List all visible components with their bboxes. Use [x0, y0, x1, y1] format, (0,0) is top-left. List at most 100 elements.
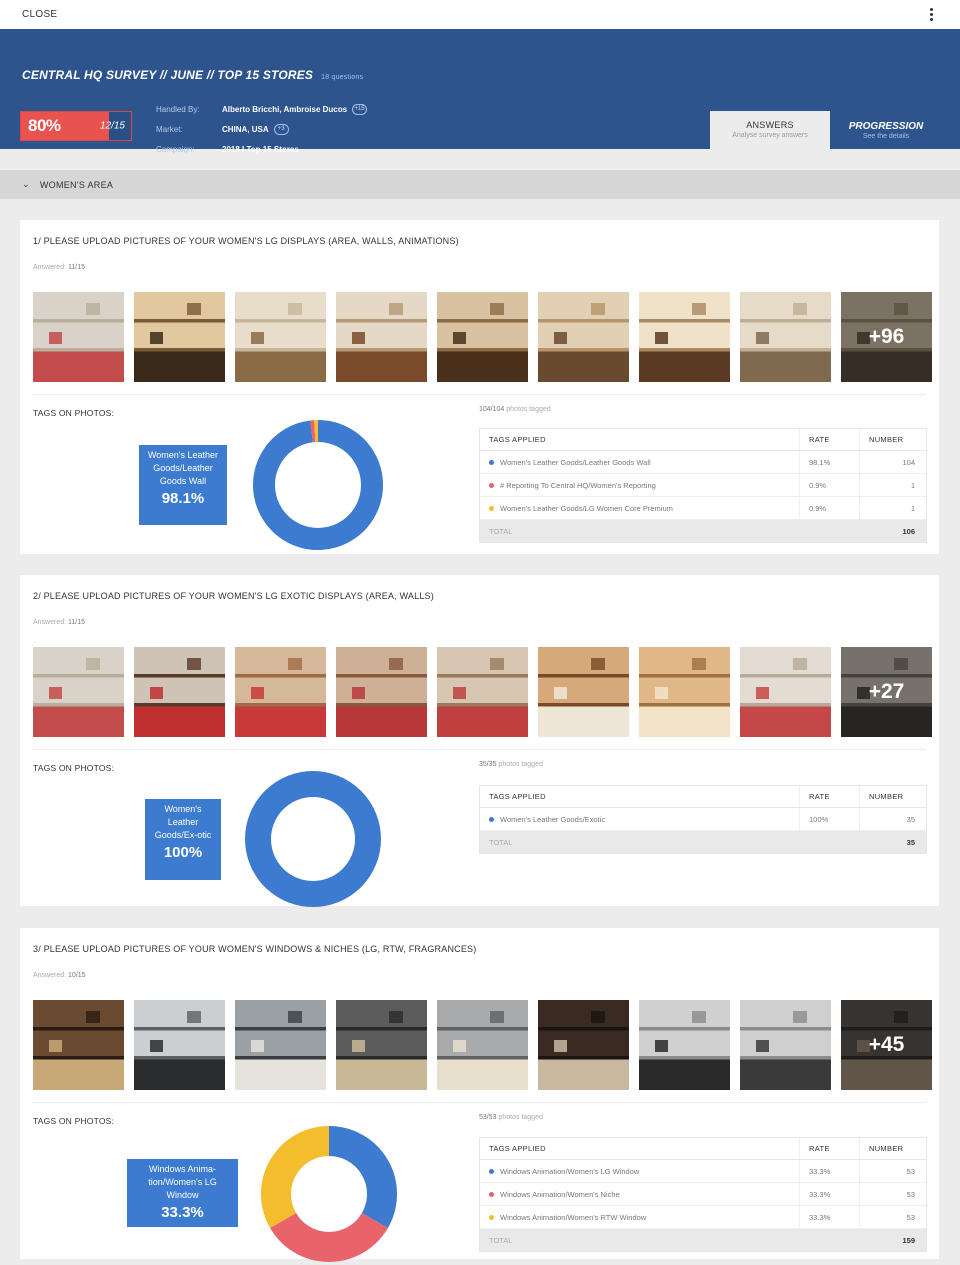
- answered-label: Answered:: [33, 619, 67, 626]
- more-photos-overlay[interactable]: +96: [841, 292, 932, 382]
- photo-detail: [388, 657, 404, 671]
- donut-slice: [253, 420, 383, 550]
- rate-cell: 33.3%: [799, 1183, 859, 1205]
- more-handlers-chip[interactable]: +15: [352, 103, 368, 115]
- photo-thumbnail[interactable]: [538, 1000, 629, 1090]
- tag-name: Women's Leather Goods/LG Women Core Prem…: [500, 503, 673, 513]
- number-cell: 35: [859, 808, 926, 830]
- photo-thumbnail[interactable]: +27: [841, 647, 932, 737]
- photo-thumbnail[interactable]: [134, 647, 225, 737]
- question-card: 1/ PLEASE UPLOAD PICTURES OF YOUR WOMEN'…: [20, 220, 939, 554]
- tab-progression-label: PROGRESSION: [848, 121, 924, 132]
- kebab-menu-icon[interactable]: [924, 5, 938, 25]
- top-tag-rate: 33.3%: [161, 1204, 204, 1221]
- section-womens-area[interactable]: ⌄ WOMEN'S AREA: [0, 170, 960, 199]
- photo-detail: [388, 1010, 404, 1024]
- tag-color-dot: [489, 505, 494, 511]
- photo-thumbnail[interactable]: [740, 1000, 831, 1090]
- table-row[interactable]: Windows Animation/Women's Niche 33.3% 53: [480, 1183, 926, 1206]
- close-button[interactable]: CLOSE: [22, 9, 57, 20]
- answered-count: Answered: 11/15: [33, 264, 85, 271]
- photo-thumbnail[interactable]: [538, 292, 629, 382]
- total-spacer: [799, 1229, 859, 1251]
- table-row[interactable]: Women's Leather Goods/Exotic 100% 35: [480, 808, 926, 831]
- table-row[interactable]: Women's Leather Goods/Leather Goods Wall…: [480, 451, 926, 474]
- number-cell: 53: [859, 1160, 926, 1182]
- table-row[interactable]: Women's Leather Goods/LG Women Core Prem…: [480, 497, 926, 520]
- answered-label: Answered:: [33, 972, 67, 979]
- tag-cell: # Reporting To Central HQ/Women's Report…: [480, 481, 799, 490]
- table-row[interactable]: Windows Animation/Women's LG Window 33.3%…: [480, 1160, 926, 1183]
- photo-detail: [489, 302, 505, 316]
- more-photos-overlay[interactable]: +45: [841, 1000, 932, 1090]
- photo-thumbnail[interactable]: [134, 1000, 225, 1090]
- photo-detail: [49, 686, 63, 700]
- photo-thumbnail[interactable]: [33, 1000, 124, 1090]
- question-title: 2/ PLEASE UPLOAD PICTURES OF YOUR WOMEN'…: [33, 591, 434, 601]
- photo-thumbnail[interactable]: [639, 647, 730, 737]
- divider: [33, 394, 926, 395]
- tags-table: TAGS APPLIED RATE NUMBER Women's Leather Go…: [479, 428, 927, 543]
- photo-thumbnail[interactable]: +45: [841, 1000, 932, 1090]
- more-photos-overlay[interactable]: +27: [841, 647, 932, 737]
- photo-thumbnail[interactable]: [134, 292, 225, 382]
- col-tags-applied: TAGS APPLIED: [489, 435, 546, 444]
- tag-name: Women's Leather Goods/Leather Goods Wall: [500, 457, 651, 467]
- photo-detail: [287, 1010, 303, 1024]
- photo-thumbnail[interactable]: [437, 1000, 528, 1090]
- photo-thumbnail[interactable]: [235, 1000, 326, 1090]
- tag-name: Windows Animation/Women's Niche: [500, 1189, 620, 1199]
- photo-detail: [186, 1010, 202, 1024]
- question-title: 3/ PLEASE UPLOAD PICTURES OF YOUR WOMEN'…: [33, 944, 477, 954]
- photo-detail: [287, 302, 303, 316]
- answered-value: 11/15: [68, 264, 86, 271]
- top-tag-box: Windows Anima-tion/Women's LG Window 33.3…: [127, 1159, 238, 1227]
- survey-title: CENTRAL HQ SURVEY // JUNE // TOP 15 STOR…: [22, 68, 363, 82]
- photo-detail: [453, 331, 467, 345]
- rate-cell: 0.9%: [799, 474, 859, 496]
- tag-color-dot: [489, 482, 494, 488]
- photo-detail: [287, 657, 303, 671]
- photo-detail: [655, 331, 669, 345]
- photo-detail: [85, 657, 101, 671]
- photo-thumbnail[interactable]: [336, 1000, 427, 1090]
- photo-thumbnail[interactable]: +96: [841, 292, 932, 382]
- photo-detail: [691, 302, 707, 316]
- top-tag-name: Women's Leather Goods/Ex-otic: [154, 804, 212, 840]
- meta-value: 2018 I Top 15 Stores: [222, 144, 299, 154]
- photo-thumbnail[interactable]: [538, 647, 629, 737]
- table-total-row: TOTAL 35: [480, 831, 926, 853]
- answered-value: 11/15: [68, 619, 86, 626]
- photo-thumbnail[interactable]: [33, 292, 124, 382]
- tab-answers[interactable]: ANSWERS Analyse survey answers: [710, 111, 830, 149]
- photo-thumbnail[interactable]: [639, 292, 730, 382]
- photo-thumbnail[interactable]: [437, 647, 528, 737]
- top-bar: CLOSE: [0, 0, 960, 29]
- photo-thumbnail[interactable]: [235, 647, 326, 737]
- tag-cell: Women's Leather Goods/Leather Goods Wall: [480, 458, 799, 467]
- rate-cell: 98.1%: [799, 451, 859, 473]
- more-markets-chip[interactable]: +3: [273, 123, 289, 135]
- table-header: TAGS APPLIED RATE NUMBER: [480, 429, 926, 451]
- question-title: 1/ PLEASE UPLOAD PICTURES OF YOUR WOMEN'…: [33, 236, 459, 246]
- table-row[interactable]: Windows Animation/Women's RTW Window 33.3…: [480, 1206, 926, 1229]
- photo-thumbnail[interactable]: [437, 292, 528, 382]
- photo-thumbnail[interactable]: [33, 647, 124, 737]
- photo-detail: [352, 1039, 366, 1053]
- photos-tagged-count: 53/53 photos tagged: [479, 1114, 543, 1121]
- tab-progression[interactable]: PROGRESSION See the details: [838, 111, 934, 149]
- answered-label: Answered:: [33, 264, 67, 271]
- photo-thumbnail[interactable]: [639, 1000, 730, 1090]
- photo-detail: [691, 1010, 707, 1024]
- photo-detail: [150, 1039, 164, 1053]
- total-label: TOTAL: [489, 1235, 513, 1245]
- photo-thumbnail[interactable]: [740, 292, 831, 382]
- number-cell: 53: [859, 1183, 926, 1205]
- photo-thumbnail[interactable]: [235, 292, 326, 382]
- col-number: NUMBER: [859, 1138, 926, 1159]
- table-row[interactable]: # Reporting To Central HQ/Women's Report…: [480, 474, 926, 497]
- photo-thumbnail[interactable]: [740, 647, 831, 737]
- photo-thumbnail[interactable]: [336, 647, 427, 737]
- photo-thumbnail[interactable]: [336, 292, 427, 382]
- tag-name: Windows Animation/Women's LG Window: [500, 1166, 640, 1176]
